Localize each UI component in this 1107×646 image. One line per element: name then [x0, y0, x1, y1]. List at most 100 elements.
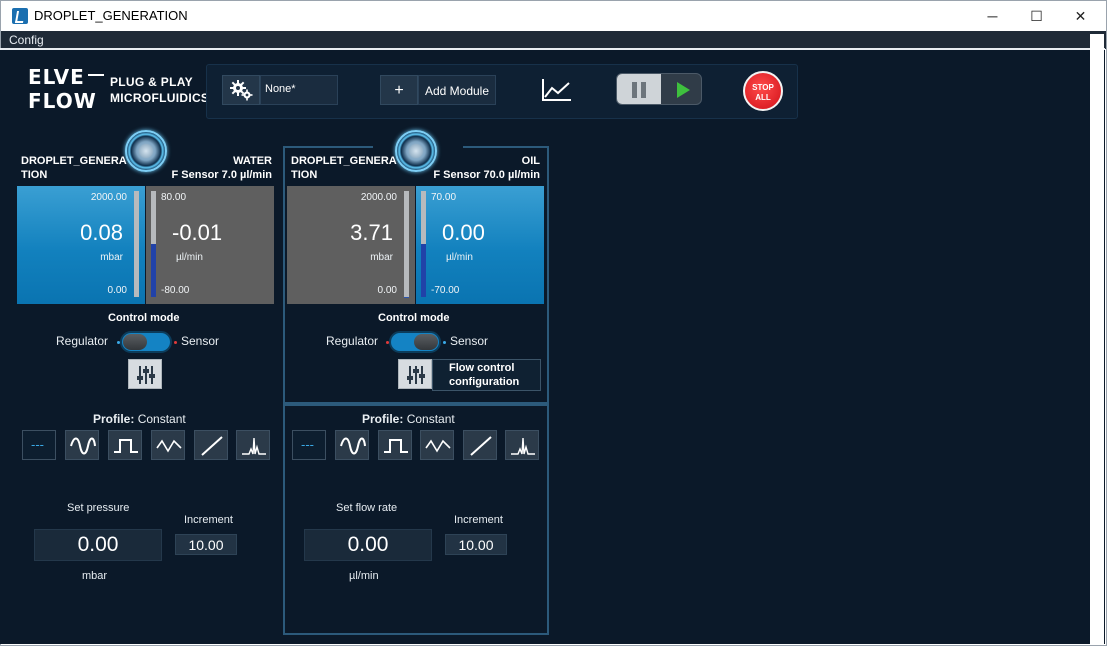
tagline-line1: PLUG & PLAY [110, 75, 193, 89]
square-wave-icon [384, 439, 408, 453]
module-1-profile-constant-button[interactable]: --- [22, 430, 56, 460]
ramp-icon [201, 436, 223, 456]
module-1-flow-display: 80.00 -0.01 µl/min -80.00 [146, 186, 274, 304]
sine-icon [340, 437, 366, 455]
spike-icon [242, 437, 266, 455]
app-icon [12, 8, 28, 24]
stop-all-button[interactable]: STOP ALL [743, 71, 783, 111]
module-2-profile-spike-button[interactable] [505, 430, 539, 460]
module-1-mode-toggle[interactable] [120, 331, 172, 353]
module-2-regulator-label: Regulator [326, 334, 379, 348]
minimize-button[interactable]: ─ [970, 1, 1015, 31]
profile-value: Constant [137, 412, 186, 426]
menu-config[interactable]: Config [9, 33, 44, 47]
module-1-profile-ramp-button[interactable] [194, 430, 228, 460]
ramp-icon [470, 436, 492, 456]
module-2-flow-config-button[interactable] [398, 359, 432, 389]
module-2-control-mode-label: Control mode [378, 312, 450, 324]
module-2-profile-ramp-button[interactable] [463, 430, 497, 460]
pressure-value: 0.08 [80, 220, 123, 245]
pressure-value: 3.71 [350, 220, 393, 245]
module-1-set-unit: mbar [82, 570, 108, 582]
module-2-profile: Profile: Constant [362, 412, 455, 426]
flow-min: -80.00 [161, 285, 190, 296]
sensor-indicator-dot [174, 341, 177, 344]
module-1-sensor: F Sensor 7.0 µl/min [171, 169, 272, 181]
window-right-edge [1090, 34, 1104, 644]
title-bar: DROPLET_GENERATION ─ ☐ ✕ [1, 1, 1106, 31]
module-1-settings-button[interactable] [128, 359, 162, 389]
toggle-thumb[interactable] [123, 334, 147, 350]
pause-play-control[interactable] [616, 73, 702, 105]
module-2-profile-square-button[interactable] [378, 430, 412, 460]
module-2-increment-input[interactable]: 10.00 [445, 534, 507, 555]
profile-label: Profile: [93, 412, 135, 426]
module-1-name: DROPLET_GENERA TION [21, 154, 127, 182]
play-icon[interactable] [677, 82, 690, 98]
flow-max: 80.00 [161, 192, 187, 203]
module-1-set-label: Set pressure [67, 502, 130, 514]
elveflow-logo: ELVE FLOW PLUG & PLAY MICROFLUIDICS [28, 65, 209, 116]
dash-icon: --- [31, 437, 44, 452]
flow-value: -0.01 [172, 220, 223, 245]
profile-label: Profile: [362, 412, 404, 426]
module-1-profile-triangle-button[interactable] [151, 430, 185, 460]
tagline-line2: MICROFLUIDICS [110, 91, 210, 105]
pressure-level-bar [404, 191, 409, 297]
toggle-thumb[interactable] [414, 334, 438, 350]
module-1-name-line1: DROPLET_GENERA [21, 155, 127, 167]
flow-value: 0.00 [442, 220, 485, 245]
pressure-max: 2000.00 [90, 192, 127, 203]
module-1-fluid: WATER [233, 155, 272, 167]
pressure-unit: mbar [370, 252, 393, 263]
module-2-set-unit: µl/min [349, 570, 379, 582]
line-chart-icon [542, 79, 571, 101]
module-2-name: DROPLET_GENERA TION [291, 154, 397, 182]
graph-button[interactable] [540, 76, 574, 104]
module-1-pressure-display: 2000.00 0.08 mbar 0.00 [17, 186, 145, 304]
flow-level-bar [421, 191, 426, 297]
pressure-min: 0.00 [377, 285, 397, 296]
maximize-button[interactable]: ☐ [1014, 1, 1059, 31]
spike-icon [511, 437, 535, 455]
module-1-set-input[interactable]: 0.00 [34, 529, 162, 561]
pause-icon[interactable] [617, 74, 661, 104]
module-1-profile-sine-button[interactable] [65, 430, 99, 460]
module-1-sensor-label: Sensor [181, 334, 220, 348]
module-2-sensor-label: Sensor [450, 334, 489, 348]
gears-icon [230, 80, 253, 101]
module-2-set-label: Set flow rate [336, 502, 398, 514]
pressure-unit: mbar [100, 252, 123, 263]
module-2-info: OIL F Sensor 70.0 µl/min [418, 154, 540, 182]
module-2-mode-toggle[interactable] [389, 331, 441, 353]
config-gear-button[interactable] [222, 75, 260, 105]
pressure-max: 2000.00 [360, 192, 397, 203]
module-1-increment-input[interactable]: 10.00 [175, 534, 237, 555]
sine-icon [70, 437, 96, 455]
module-2-profile-triangle-button[interactable] [420, 430, 454, 460]
add-module-plus-icon[interactable]: + [380, 75, 418, 105]
module-1-profile: Profile: Constant [93, 412, 186, 426]
module-1-profile-square-button[interactable] [108, 430, 142, 460]
triangle-wave-icon [425, 439, 451, 453]
profile-value: Constant [406, 412, 455, 426]
flow-control-configuration-label: Flow control configuration [449, 361, 519, 389]
module-2-profile-sine-button[interactable] [335, 430, 369, 460]
add-module-button[interactable]: Add Module [418, 75, 496, 105]
logo-line1: ELVE [28, 65, 85, 89]
close-button[interactable]: ✕ [1058, 1, 1103, 31]
triangle-wave-icon [156, 439, 182, 453]
flow-level-bar [151, 191, 156, 297]
logo-arrow-icon [88, 74, 104, 84]
module-2-profile-constant-button[interactable]: --- [292, 430, 326, 460]
pressure-min: 0.00 [107, 285, 127, 296]
module-2-set-input[interactable]: 0.00 [304, 529, 432, 561]
module-1-info: WATER F Sensor 7.0 µl/min [150, 154, 272, 182]
sliders-icon [407, 366, 425, 384]
divider [0, 48, 1105, 50]
module-1-profile-spike-button[interactable] [236, 430, 270, 460]
config-select[interactable]: None* [260, 75, 338, 105]
logo-line2: FLOW [28, 89, 97, 113]
module-1-name-line2: TION [21, 169, 48, 181]
module-1-control-mode-label: Control mode [108, 312, 180, 324]
